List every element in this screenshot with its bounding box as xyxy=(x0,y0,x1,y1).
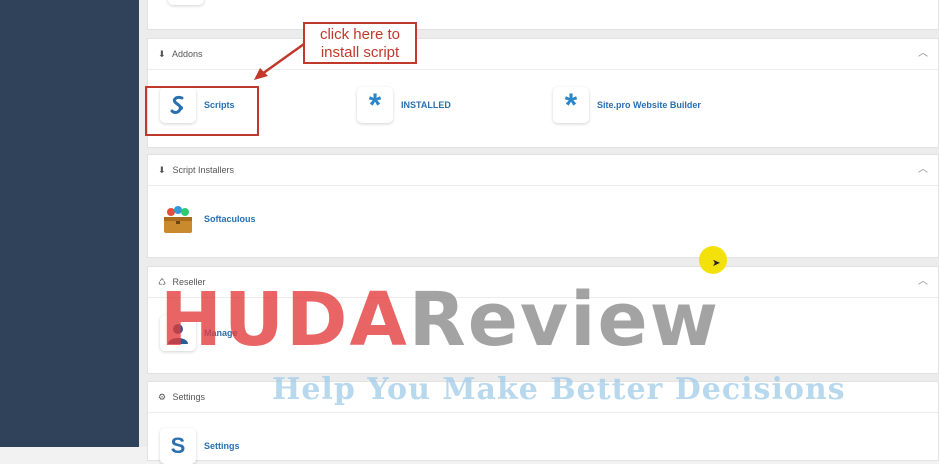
settings-item[interactable]: S Settings xyxy=(160,428,240,464)
addon-item-sitepro[interactable]: * Site.pro Website Builder xyxy=(553,87,701,123)
softaculous-icon xyxy=(160,201,196,237)
watermark-brand-a: HUDA xyxy=(160,277,409,363)
addon-item-installed[interactable]: * INSTALLED xyxy=(357,87,451,123)
settings-logo-icon: S xyxy=(160,428,196,464)
settings-item-label: Settings xyxy=(204,441,240,451)
download-icon: ⬇ xyxy=(158,49,166,59)
annotation-line-2: install script xyxy=(320,44,400,61)
settings-title: Settings xyxy=(172,392,206,402)
asterisk-icon: * xyxy=(553,87,589,123)
watermark-brand-b: Review xyxy=(408,277,721,363)
previous-item-icon[interactable] xyxy=(168,0,204,5)
installer-item-label: Softaculous xyxy=(204,214,256,224)
watermark-brand: HUDAReview xyxy=(160,283,720,357)
asterisk-icon: * xyxy=(357,87,393,123)
chevron-up-icon[interactable]: ︿ xyxy=(918,39,928,69)
scripts-highlight-box xyxy=(145,86,259,136)
script-installers-header[interactable]: ⬇ Script Installers ︿ xyxy=(148,155,938,186)
chevron-up-icon[interactable]: ︿ xyxy=(918,267,928,297)
addon-item-label: INSTALLED xyxy=(401,100,451,110)
script-installers-panel: ⬇ Script Installers ︿ Softaculous xyxy=(147,154,939,258)
annotation-callout: click here to install script xyxy=(303,22,417,64)
installer-item-softaculous[interactable]: Softaculous xyxy=(160,201,256,237)
script-installers-title: Script Installers xyxy=(172,165,235,175)
watermark-tagline: Help You Make Better Decisions xyxy=(272,372,846,407)
chevron-up-icon[interactable]: ︿ xyxy=(918,155,928,185)
gear-icon: ⚙ xyxy=(158,392,167,402)
annotation-arrow xyxy=(254,42,305,80)
addon-item-label: Site.pro Website Builder xyxy=(597,100,701,110)
cursor-arrow-icon: ➤ xyxy=(712,258,721,269)
download-icon: ⬇ xyxy=(158,165,166,175)
addons-title: Addons xyxy=(172,49,203,59)
annotation-line-1: click here to xyxy=(319,26,401,43)
sidebar xyxy=(0,0,139,447)
previous-section-panel xyxy=(147,0,939,30)
